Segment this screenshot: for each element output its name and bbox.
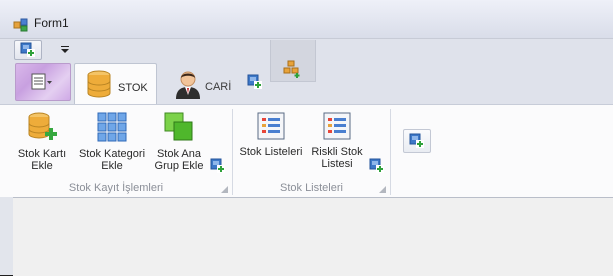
tab-stok[interactable]: STOK [74, 63, 157, 105]
businessman-icon [176, 71, 200, 99]
add-window-icon [409, 133, 424, 148]
riskli-stok-listesi-button[interactable]: Riskli Stok Listesi [307, 107, 367, 179]
list-icon [257, 112, 285, 140]
stok-listeleri-button[interactable]: Stok Listeleri [237, 107, 305, 179]
database-icon [87, 70, 111, 98]
add-window-icon [20, 42, 35, 57]
group-stok-listeleri: Stok Listeleri Riskli Stok Listesi Stok … [233, 105, 390, 197]
stok-listeleri-label: Stok Listeleri [239, 146, 303, 158]
quick-access-add-button[interactable] [14, 40, 42, 60]
add-group-icon [283, 60, 300, 78]
group-launcher-icon[interactable] [379, 186, 386, 193]
window-title: Form1 [34, 16, 69, 30]
add-group-button[interactable] [403, 129, 431, 153]
stok-ana-grup-ekle-label: Stok Ana Grup Ekle [154, 148, 204, 172]
application-window: Form1 STOK CARİ Stok Kartı Ekle Stok Kat… [0, 0, 613, 276]
tab-extra-category-button[interactable] [270, 40, 316, 82]
list-icon [323, 112, 351, 140]
group-caption-stok-listeleri: Stok Listeleri [280, 182, 343, 194]
add-window-icon[interactable] [210, 158, 226, 174]
group-separator [390, 109, 391, 195]
application-menu-button[interactable] [15, 63, 71, 101]
client-area[interactable] [13, 197, 613, 276]
riskli-stok-listesi-label: Riskli Stok Listesi [311, 146, 363, 170]
stok-karti-ekle-button[interactable]: Stok Kartı Ekle [10, 107, 74, 179]
database-add-icon [28, 112, 57, 140]
group-caption-stok-kayit: Stok Kayıt İşlemleri [68, 182, 164, 194]
document-menu-icon [31, 73, 52, 90]
customize-dropdown-icon[interactable] [59, 42, 71, 56]
tab-cari-label: CARİ [205, 81, 232, 93]
grid-icon [97, 112, 127, 142]
tab-extra-page-button[interactable] [244, 65, 266, 98]
add-window-icon[interactable] [369, 158, 385, 174]
ribbon-tab-strip: STOK CARİ [0, 40, 613, 105]
green-squares-icon [164, 112, 193, 141]
group-stok-kayit: Stok Kartı Ekle Stok Kategori Ekle Stok … [0, 105, 232, 197]
title-bar[interactable]: Form1 [0, 0, 613, 39]
add-window-icon [247, 74, 262, 89]
tab-stok-label: STOK [118, 82, 148, 94]
stok-kategori-ekle-label: Stok Kategori Ekle [78, 148, 146, 172]
app-icon [13, 18, 28, 32]
stok-ana-grup-ekle-button[interactable]: Stok Ana Grup Ekle [150, 107, 208, 179]
tab-cari[interactable]: CARİ [170, 63, 238, 104]
stok-karti-ekle-label: Stok Kartı Ekle [17, 148, 67, 172]
ribbon-page-stok: Stok Kartı Ekle Stok Kategori Ekle Stok … [0, 104, 613, 198]
client-left-edge [0, 197, 13, 275]
stok-kategori-ekle-button[interactable]: Stok Kategori Ekle [76, 107, 148, 179]
group-launcher-icon[interactable] [221, 186, 228, 193]
